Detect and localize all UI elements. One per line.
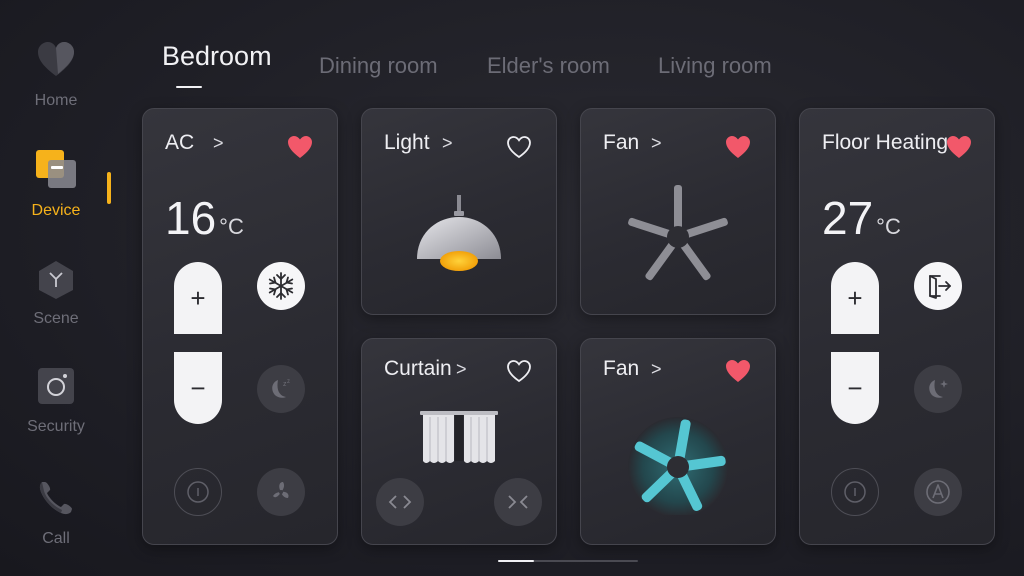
arrows-inward-icon [508,495,528,509]
floor-heating-card: Floor Heating 27 °C + − [799,108,995,545]
curtain-favorite-heart-icon[interactable] [506,359,532,383]
floor-heating-sleep-mode-button[interactable] [914,365,962,413]
fan2-chevron-icon[interactable]: > [651,359,662,380]
floor-heating-title[interactable]: Floor Heating [822,131,948,155]
ac-card: AC > 16 °C + − z z [142,108,338,545]
ac-favorite-heart-icon[interactable] [287,135,313,159]
phone-icon [39,482,72,515]
camera-icon [38,368,74,404]
floor-heating-temperature-value: 27 [822,192,874,244]
curtain-card: Curtain > [361,338,557,545]
nav-label-call: Call [42,530,70,547]
fan1-chevron-icon[interactable]: > [651,133,662,154]
ac-temp-up-button[interactable]: + [174,262,222,334]
tab-dining-room[interactable]: Dining room [319,53,438,79]
moon-sleep-icon: z z [272,379,290,398]
tab-living-room[interactable]: Living room [658,53,772,79]
info-icon [844,481,866,503]
floor-heating-auto-mode-button[interactable] [914,468,962,516]
exit-door-icon [929,275,951,299]
nav-label-scene: Scene [33,310,79,327]
nav-item-call[interactable]: Call [0,476,112,556]
ac-cool-mode-button[interactable] [257,262,305,310]
tab-active-underline [176,86,202,88]
nav-active-indicator [107,172,111,204]
ac-temperature: 16 °C [165,191,244,245]
fan2-favorite-heart-icon[interactable] [725,359,751,383]
info-icon [187,481,209,503]
svg-text:z: z [287,379,290,385]
tab-elders-room[interactable]: Elder's room [487,53,610,79]
fan-small-icon [273,482,289,498]
page-scroll-indicator[interactable] [498,560,638,562]
ac-temperature-unit: °C [219,214,244,239]
light-title[interactable]: Light [384,131,430,155]
moon-star-icon [929,380,948,398]
floor-heating-temp-up-button[interactable]: + [831,262,879,334]
auto-mode-icon [926,480,950,504]
floor-heating-temp-down-button[interactable]: − [831,352,879,424]
arrows-outward-icon [388,495,412,509]
fan1-title[interactable]: Fan [603,131,639,155]
pendant-lamp-icon [417,195,501,271]
floor-heating-temperature-unit: °C [876,214,901,239]
fan1-favorite-heart-icon[interactable] [725,135,751,159]
light-favorite-heart-icon[interactable] [506,135,532,159]
ceiling-fan-active-icon [628,417,728,515]
ac-info-button[interactable] [174,468,222,516]
ac-temperature-value: 16 [165,192,217,244]
nav-item-home[interactable]: Home [0,38,112,118]
heart-home-icon [38,42,74,76]
light-chevron-icon[interactable]: > [442,133,453,154]
nav-item-device[interactable]: Device [0,148,112,228]
scene-icon [39,261,73,299]
sidebar: Home Device Scene Security Call [0,0,112,576]
ceiling-fan-icon [628,185,728,281]
device-icon [36,150,76,188]
curtain-title[interactable]: Curtain [384,357,452,381]
floor-heating-away-mode-button[interactable] [914,262,962,310]
snowflake-icon [268,272,294,300]
fan-card-2: Fan > [580,338,776,545]
nav-label-security: Security [27,418,85,435]
floor-heating-temperature: 27 °C [822,191,901,245]
nav-item-security[interactable]: Security [0,366,112,446]
ac-title[interactable]: AC [165,131,194,155]
fan2-title[interactable]: Fan [603,357,639,381]
page-scroll-thumb [498,560,534,562]
floor-heating-favorite-heart-icon[interactable] [946,135,972,159]
floor-heating-info-button[interactable] [831,468,879,516]
curtain-chevron-icon[interactable]: > [456,359,467,380]
light-card: Light > [361,108,557,315]
ac-chevron-icon[interactable]: > [213,133,224,154]
curtain-close-button[interactable] [494,478,542,526]
curtain-open-button[interactable] [376,478,424,526]
nav-label-device: Device [31,202,81,219]
ac-sleep-mode-button[interactable]: z z [257,365,305,413]
tab-bedroom[interactable]: Bedroom [162,41,272,72]
ac-temp-down-button[interactable]: − [174,352,222,424]
curtain-icon [420,411,498,463]
nav-item-scene[interactable]: Scene [0,258,112,338]
nav-label-home: Home [34,92,78,109]
fan-card-1: Fan > [580,108,776,315]
ac-fan-speed-button[interactable] [257,468,305,516]
